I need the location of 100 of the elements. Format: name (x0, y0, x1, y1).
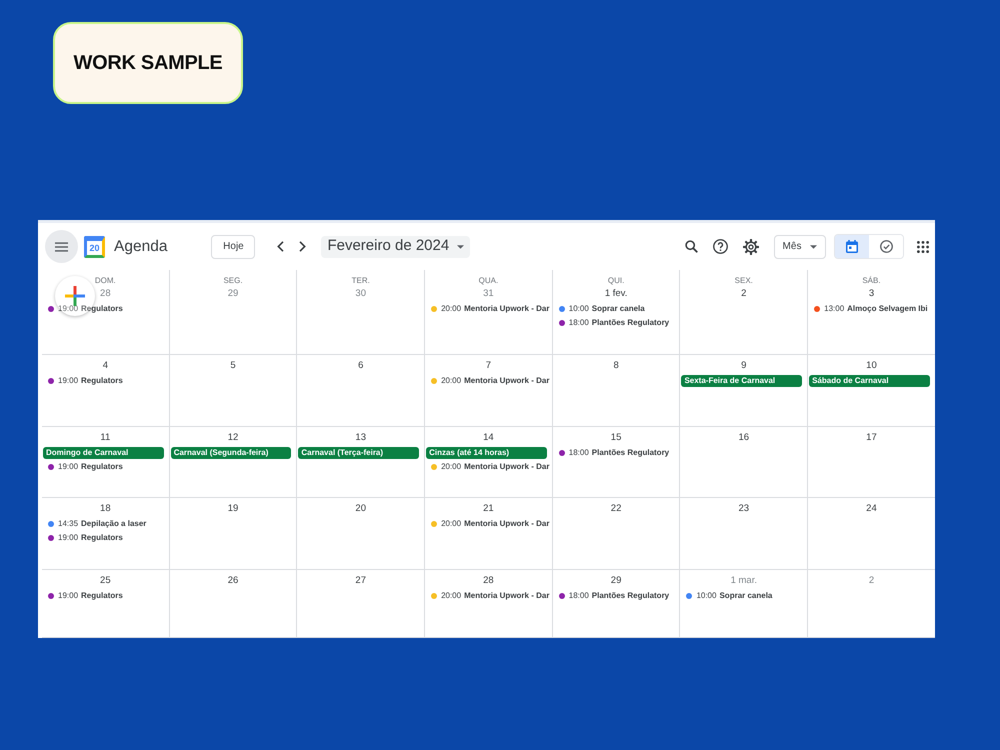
event-title[interactable]: Plantões Regulatory (592, 447, 670, 459)
event-time: 19:00 (58, 375, 78, 387)
event-time: 19:00 (58, 590, 78, 602)
event-title[interactable]: Soprar canela (719, 590, 772, 602)
event-time: 20:00 (441, 461, 462, 473)
event-time: 18:00 (568, 447, 589, 459)
calendar-view-button[interactable] (835, 235, 869, 258)
day-number[interactable]: 9 (741, 360, 746, 372)
event-title[interactable]: Depilação a laser (81, 518, 146, 530)
day-number[interactable]: 14 (483, 432, 494, 444)
app-title: Agenda (114, 236, 168, 257)
day-number[interactable]: 7 (486, 360, 492, 372)
day-number[interactable]: 17 (866, 432, 877, 444)
all-day-event[interactable]: Sábado de Carnaval (809, 375, 930, 387)
day-number[interactable]: 1 fev. (604, 288, 628, 300)
weekday-label: DOM. (94, 276, 116, 286)
event-time: 14:35 (58, 518, 78, 530)
day-number[interactable]: 13 (355, 432, 366, 444)
day-number[interactable]: 31 (483, 288, 494, 300)
day-number[interactable]: 30 (355, 288, 366, 300)
search-icon (684, 240, 698, 253)
event-title[interactable]: Plantões Regulatory (592, 590, 670, 602)
view-mode-button[interactable]: Mês (774, 234, 826, 258)
day-number[interactable]: 21 (483, 503, 494, 515)
today-button[interactable]: Hoje (211, 234, 256, 258)
plus-icon (65, 286, 85, 306)
day-number[interactable]: 2 (741, 288, 746, 300)
day-number[interactable]: 5 (230, 360, 236, 372)
event-time: 20:00 (441, 590, 462, 602)
calendar-icon (846, 240, 858, 253)
event-time: 18:00 (568, 317, 589, 329)
event-title[interactable]: Mentoria Upwork - Dar (464, 375, 550, 387)
all-day-event[interactable]: Carnaval (Terça-feira) (298, 447, 420, 459)
day-number[interactable]: 1 mar. (730, 575, 757, 587)
help-icon (712, 239, 728, 254)
caret-icon (810, 244, 818, 248)
event-time: 13:00 (824, 303, 844, 315)
event-title[interactable]: Regulators (81, 375, 123, 387)
all-day-event[interactable]: Sexta-Feira de Carnaval (681, 375, 802, 387)
event-title[interactable]: Regulators (81, 590, 123, 602)
day-number[interactable]: 29 (228, 288, 238, 300)
all-day-event[interactable]: Carnaval (Segunda-feira) (170, 447, 292, 459)
event-time: 18:00 (568, 590, 589, 602)
event-time: 20:00 (441, 375, 462, 387)
day-number[interactable]: 6 (358, 360, 364, 372)
event-title[interactable]: Soprar canela (592, 303, 645, 315)
event-time: 20:00 (441, 518, 462, 530)
day-number[interactable]: 26 (228, 575, 238, 587)
day-number[interactable]: 18 (100, 503, 111, 515)
date-range-button[interactable]: Fevereiro de 2024 (321, 236, 470, 258)
day-number[interactable]: 28 (100, 288, 111, 300)
event-title[interactable]: Almoço Selvagem Ibi (847, 303, 928, 315)
menu-icon (55, 242, 68, 252)
weekday-label: SEX. (734, 276, 753, 286)
calendar-logo: 20 (84, 236, 105, 258)
caret-icon (457, 244, 464, 248)
weekday-label: QUI. (608, 276, 624, 286)
event-time: 10:00 (568, 303, 589, 315)
event-time: 19:00 (58, 532, 78, 544)
all-day-event[interactable]: Domingo de Carnaval (43, 447, 164, 459)
weekday-label: QUA. (478, 276, 498, 286)
event-title[interactable]: Plantões Regulatory (592, 317, 670, 329)
day-number[interactable]: 15 (610, 432, 622, 444)
day-number[interactable]: 24 (866, 503, 877, 515)
apps-grid-icon (917, 240, 929, 252)
event-title[interactable]: Mentoria Upwork - Dar (464, 303, 550, 315)
event-title[interactable]: Mentoria Upwork - Dar (464, 461, 550, 473)
day-number[interactable]: 2 (868, 575, 874, 587)
day-number[interactable]: 22 (610, 503, 622, 515)
day-number[interactable]: 28 (483, 575, 494, 587)
event-title[interactable]: Mentoria Upwork - Dar (464, 518, 550, 530)
day-number[interactable]: 23 (738, 503, 750, 515)
day-number[interactable]: 3 (868, 288, 874, 300)
work-sample-label: WORK SAMPLE (53, 22, 243, 104)
event-title[interactable]: Regulators (81, 532, 123, 544)
day-number[interactable]: 27 (355, 575, 366, 587)
weekday-label: SEG. (223, 276, 243, 286)
weekday-label: SÁB. (862, 276, 881, 286)
event-title[interactable]: Mentoria Upwork - Dar (464, 590, 550, 602)
day-number[interactable]: 20 (355, 503, 366, 515)
weekday-label: TER. (352, 276, 370, 286)
chevron-right-icon (298, 241, 306, 252)
all-day-event[interactable]: Cinzas (até 14 horas) (426, 447, 547, 459)
day-number[interactable]: 8 (613, 360, 619, 372)
main-menu-button[interactable] (45, 230, 78, 263)
event-title[interactable]: Regulators (81, 303, 123, 315)
event-time: 20:00 (441, 303, 462, 315)
event-time: 19:00 (58, 461, 78, 473)
day-number[interactable]: 19 (228, 503, 238, 515)
day-number[interactable]: 4 (102, 360, 108, 372)
day-number[interactable]: 16 (738, 432, 750, 444)
chevron-left-icon (276, 241, 284, 252)
day-number[interactable]: 11 (100, 432, 110, 444)
event-title[interactable]: Regulators (81, 461, 123, 473)
day-number[interactable]: 12 (228, 432, 238, 444)
day-number[interactable]: 29 (610, 575, 622, 587)
settings-icon (743, 238, 759, 254)
day-number[interactable]: 10 (866, 360, 877, 372)
event-time: 19:00 (58, 303, 78, 315)
day-number[interactable]: 25 (100, 575, 111, 587)
